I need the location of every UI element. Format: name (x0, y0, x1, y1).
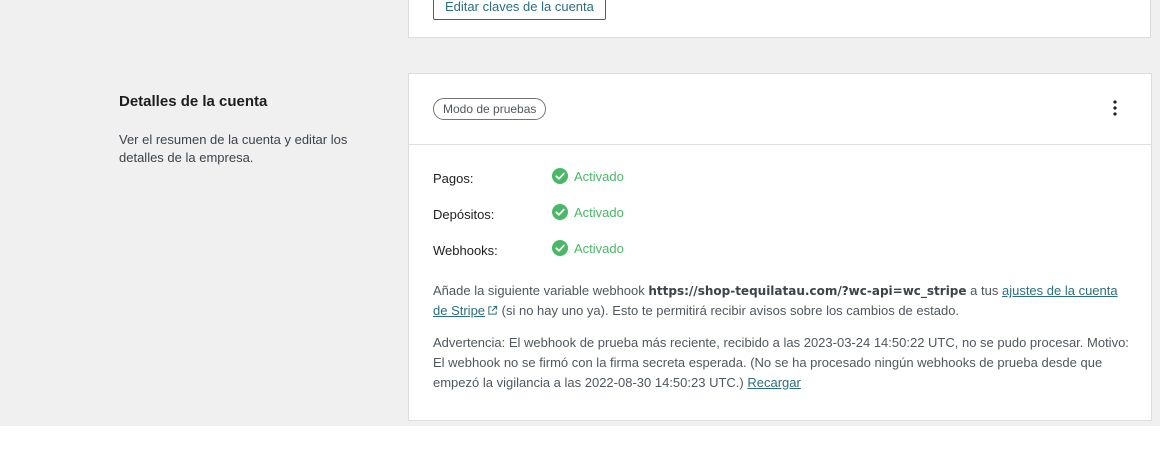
status-label: Depósitos: (433, 207, 495, 222)
external-link-icon (488, 305, 498, 315)
section-title: Detalles de la cuenta (119, 93, 268, 110)
section-description: Ver el resumen de la cuenta y editar los… (119, 132, 348, 165)
reload-link[interactable]: Recargar (747, 375, 800, 390)
account-keys-card: Editar claves de la cuenta (408, 0, 1151, 38)
check-circle-icon (552, 240, 568, 256)
status-label: Webhooks: (433, 243, 498, 258)
webhook-url: https://shop-tequilatau.com/?wc-api=wc_s… (648, 284, 967, 298)
status-value: Activado (552, 240, 624, 256)
webhook-warning: Advertencia: El webhook de prueba más re… (433, 335, 1129, 390)
edit-account-keys-button[interactable]: Editar claves de la cuenta (433, 0, 606, 20)
status-label: Pagos: (433, 171, 474, 186)
check-circle-icon (552, 168, 568, 184)
status-value: Activado (552, 168, 624, 184)
status-row-payments: Pagos: Activado (433, 168, 833, 188)
status-value: Activado (552, 204, 624, 220)
card-header: Modo de pruebas (409, 74, 1151, 145)
account-details-card: Modo de pruebas Pagos: Activado Depósito… (408, 73, 1152, 421)
more-menu-button[interactable] (1103, 96, 1127, 120)
more-vertical-icon (1113, 100, 1117, 116)
webhook-instructions: Añade la siguiente variable webhook http… (433, 283, 1118, 318)
status-row-deposits: Depósitos: Activado (433, 204, 833, 224)
test-mode-badge: Modo de pruebas (433, 98, 547, 120)
check-circle-icon (552, 204, 568, 220)
status-row-webhooks: Webhooks: Activado (433, 240, 833, 260)
